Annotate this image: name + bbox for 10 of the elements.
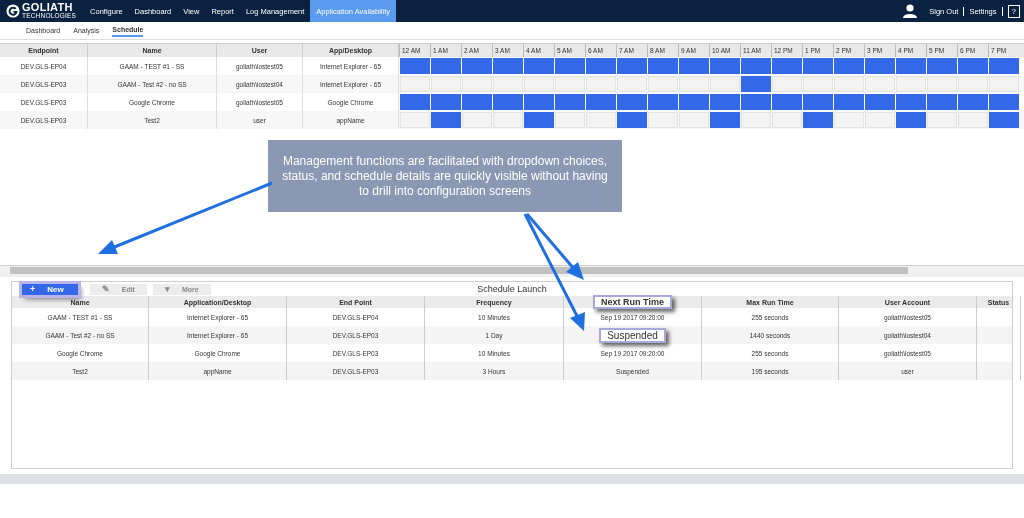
panel-title: Schedule Launch	[477, 284, 547, 294]
toolbar-button[interactable]: + New	[22, 283, 78, 295]
logo-icon	[6, 4, 20, 18]
table-cell: Suspended	[599, 327, 666, 343]
user-icon[interactable]	[902, 4, 919, 18]
horizontal-scrollbar[interactable]	[0, 265, 1024, 277]
column-header: Next Run Time	[593, 295, 672, 309]
callout-box: Management functions are facilitated with dropdown choices, status, and schedule details are quickly visible without having to drill into configuration screens	[268, 140, 622, 212]
logo-name: GOLIATH	[22, 2, 73, 14]
help-button[interactable]: ?	[1007, 4, 1020, 18]
